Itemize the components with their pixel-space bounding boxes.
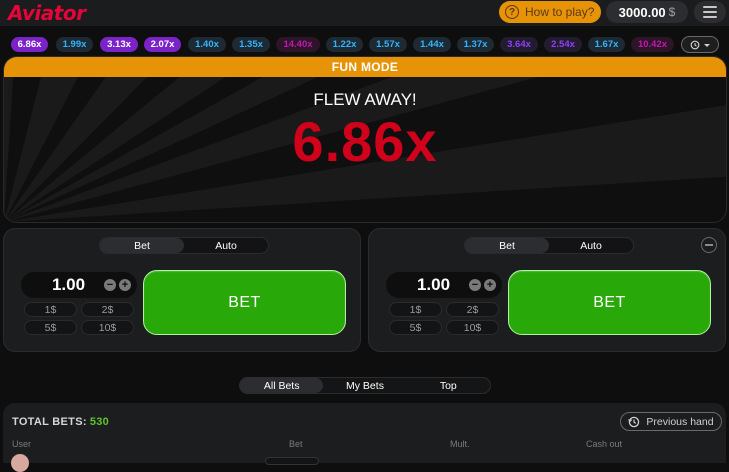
bet-value-cell (265, 457, 319, 465)
tab-auto[interactable]: Auto (184, 238, 268, 253)
column-header-bet: Bet (289, 439, 303, 449)
history-pill[interactable]: 1.40x (188, 37, 226, 52)
history-pill[interactable]: 1.44x (413, 37, 451, 52)
bet-amount-input[interactable]: 1.00 (21, 275, 104, 295)
aviator-logo: Aviator (8, 1, 86, 25)
history-pill[interactable]: 1.57x (369, 37, 407, 52)
total-bets-label: TOTAL BETS: (12, 416, 87, 428)
game-canvas: FUN MODE FLEW AWAY! 6.86x (3, 56, 727, 223)
tab-my-bets[interactable]: My Bets (323, 378, 406, 393)
tab-all-bets[interactable]: All Bets (240, 378, 324, 393)
flew-away-label: FLEW AWAY! (313, 90, 417, 109)
fun-mode-banner: FUN MODE (4, 57, 726, 77)
plus-icon[interactable]: + (119, 279, 131, 291)
total-bets: TOTAL BETS: 530 (12, 416, 109, 428)
bet-button[interactable]: BET (508, 270, 711, 335)
bet-amount-input[interactable]: 1.00 (386, 275, 469, 295)
history-icon (690, 40, 699, 49)
balance-currency: $ (668, 5, 676, 19)
tab-bet[interactable]: Bet (465, 238, 549, 253)
history-pill[interactable]: 10.42x (631, 37, 674, 52)
history-pill[interactable]: 14.40x (276, 37, 320, 52)
multiplier-history: 6.86x 1.99x 3.13x 2.07x 1.40x 1.35x 14.4… (0, 33, 729, 55)
total-bets-count: 530 (89, 416, 110, 428)
tab-top[interactable]: Top (407, 378, 490, 393)
quick-amount-button[interactable]: 2$ (81, 302, 134, 317)
bet-amount-stepper: 1.00 − + (21, 272, 137, 298)
minus-icon (705, 244, 713, 246)
tab-bet[interactable]: Bet (100, 238, 184, 253)
top-bar: Aviator ? How to play? 3000.00 $ (0, 0, 729, 26)
history-pill[interactable]: 3.64x (500, 37, 538, 52)
quick-amount-button[interactable]: 1$ (24, 302, 77, 317)
previous-hand-label: Previous hand (646, 415, 714, 428)
history-pill[interactable]: 1.67x (588, 37, 625, 52)
minus-icon[interactable]: − (104, 279, 116, 291)
column-header-mult: Mult. (450, 439, 470, 449)
history-pill[interactable]: 6.86x (11, 37, 48, 52)
history-pill[interactable]: 3.13x (100, 37, 138, 52)
tab-auto[interactable]: Auto (549, 238, 633, 253)
history-pill[interactable]: 2.07x (144, 37, 181, 52)
quick-amount-button[interactable]: 5$ (24, 320, 77, 335)
quick-amount-button[interactable]: 10$ (81, 320, 134, 335)
how-to-play-button[interactable]: ? How to play? (499, 1, 601, 23)
crash-multiplier: 6.86x (292, 110, 438, 173)
quick-amount-button[interactable]: 10$ (446, 320, 499, 335)
how-to-play-label: How to play? (525, 5, 595, 19)
help-icon: ? (505, 5, 519, 19)
previous-hand-button[interactable]: Previous hand (620, 412, 722, 431)
bet-mode-tabs: Bet Auto (464, 237, 634, 254)
quick-amount-button[interactable]: 2$ (446, 302, 499, 317)
bet-amount-stepper: 1.00 − + (386, 272, 502, 298)
quick-amount-button[interactable]: 5$ (389, 320, 442, 335)
balance-amount: 3000.00 (618, 4, 666, 20)
history-pill[interactable]: 1.22x (326, 37, 363, 52)
quick-amount-button[interactable]: 1$ (389, 302, 442, 317)
menu-button[interactable] (694, 1, 726, 23)
history-icon (628, 416, 640, 427)
balance-display: 3000.00 $ (606, 1, 688, 23)
history-toggle-button[interactable] (681, 36, 719, 53)
bet-mode-tabs: Bet Auto (99, 237, 269, 254)
hamburger-menu-icon (703, 6, 717, 8)
history-pill[interactable]: 1.37x (457, 37, 494, 52)
bets-tabs: All Bets My Bets Top (239, 377, 491, 394)
avatar (11, 454, 29, 472)
remove-panel-button[interactable] (701, 237, 717, 253)
bet-button[interactable]: BET (143, 270, 346, 335)
column-header-user: User (12, 439, 32, 449)
bet-panel-2: Bet Auto 1.00 − + 1$ 2$ 5$ 10$ BET (368, 228, 726, 352)
history-pill[interactable]: 1.35x (232, 37, 270, 52)
bet-panel-1: Bet Auto 1.00 − + 1$ 2$ 5$ 10$ BET (3, 228, 361, 352)
history-pill[interactable]: 2.54x (544, 37, 582, 52)
column-header-cashout: Cash out (586, 439, 623, 449)
history-pill[interactable]: 1.99x (56, 37, 93, 52)
chevron-down-icon (703, 43, 710, 47)
minus-icon[interactable]: − (469, 279, 481, 291)
plus-icon[interactable]: + (484, 279, 496, 291)
bets-list: TOTAL BETS: 530 Previous hand User Bet Mu… (3, 403, 726, 472)
